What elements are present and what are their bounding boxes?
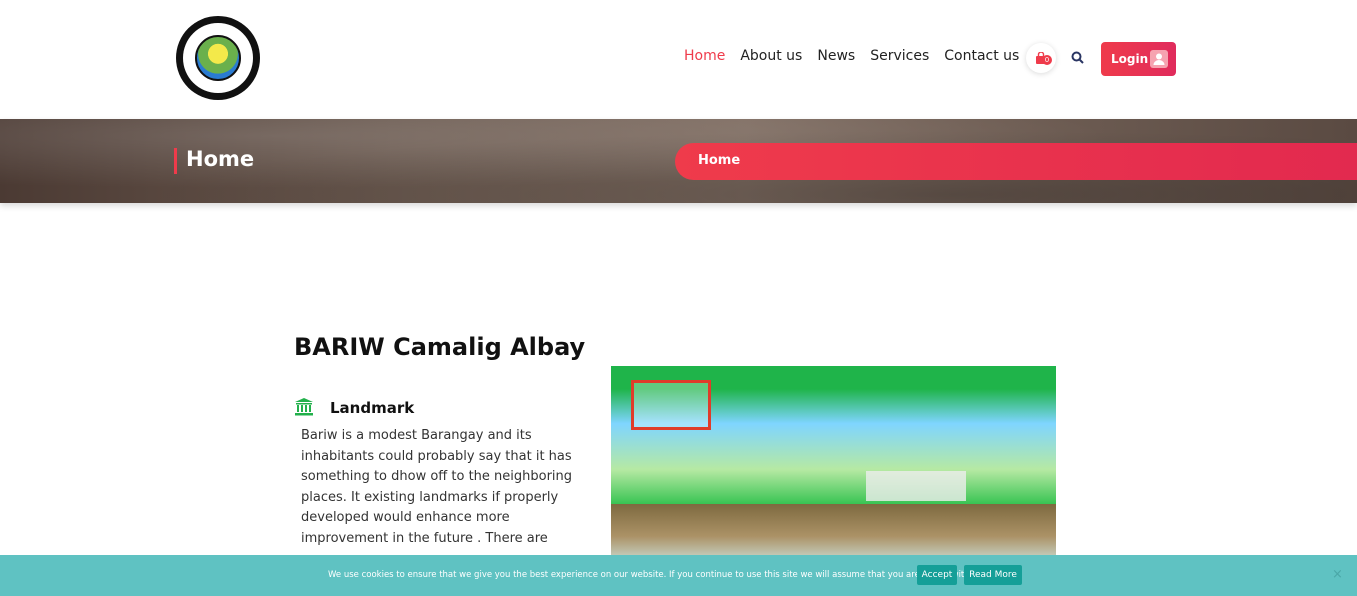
basketball-board [631, 380, 711, 430]
breadcrumb: Home [675, 143, 1357, 180]
landmark-description: Bariw is a modest Barangay and its inhab… [301, 428, 573, 546]
page-title: Home [186, 147, 255, 171]
nav-contact-us[interactable]: Contact us [944, 48, 1019, 64]
accept-cookies-button[interactable]: Accept [917, 565, 957, 585]
breadcrumb-home[interactable]: Home [698, 153, 740, 168]
login-label: Login [1111, 52, 1149, 66]
cart-count-badge: 0 [1042, 55, 1052, 65]
read-more-button[interactable]: Read More [964, 565, 1022, 585]
nav-news[interactable]: News [817, 48, 855, 64]
barangay-logo[interactable] [176, 16, 260, 100]
cookie-consent-bar: We use cookies to ensure that we give yo… [0, 555, 1357, 596]
landmark-title: Landmark [330, 399, 415, 417]
login-button[interactable]: Login [1101, 42, 1176, 76]
page-banner: Home Home [0, 119, 1357, 203]
title-accent-bar [174, 148, 177, 174]
landmark-icon [295, 398, 313, 416]
nav-home[interactable]: Home [684, 48, 725, 64]
user-icon [1150, 50, 1168, 68]
section-heading: BARIW Camalig Albay [294, 333, 586, 361]
nav-services[interactable]: Services [870, 48, 929, 64]
close-icon[interactable]: × [1332, 567, 1343, 582]
cookie-message: We use cookies to ensure that we give yo… [328, 570, 981, 580]
cart-button[interactable]: 0 [1026, 43, 1056, 73]
logo-seal [183, 23, 253, 93]
logo-emblem [195, 35, 241, 81]
center-sign [866, 471, 966, 501]
main-nav: Home About us News Services Contact us [684, 48, 1034, 64]
nav-about-us[interactable]: About us [740, 48, 802, 64]
site-header: Home About us News Services Contact us 0… [0, 0, 1357, 119]
search-icon[interactable] [1070, 50, 1086, 66]
